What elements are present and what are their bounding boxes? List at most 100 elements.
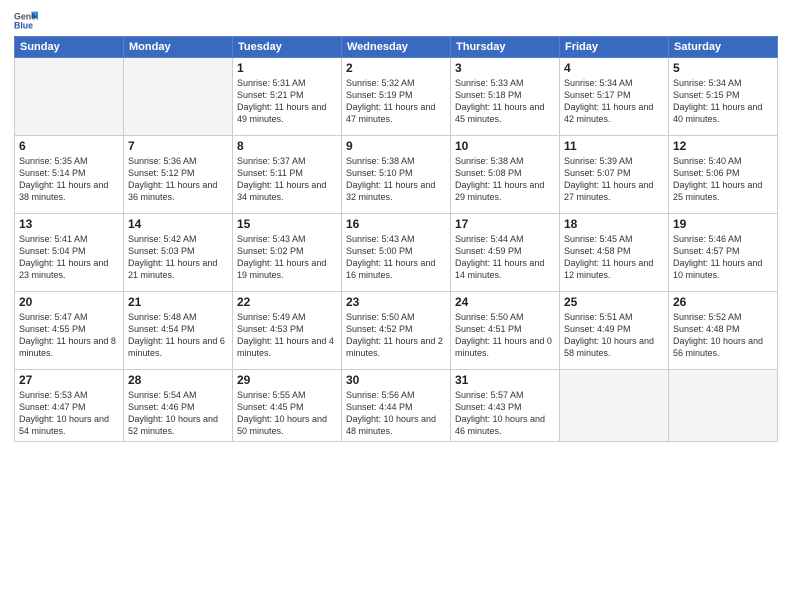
- day-cell: 7 Sunrise: 5:36 AMSunset: 5:12 PMDaylight…: [124, 136, 233, 214]
- day-info: Sunrise: 5:38 AMSunset: 5:10 PMDaylight:…: [346, 155, 446, 204]
- day-number: 28: [128, 373, 228, 387]
- day-number: 8: [237, 139, 337, 153]
- day-number: 2: [346, 61, 446, 75]
- day-info: Sunrise: 5:53 AMSunset: 4:47 PMDaylight:…: [19, 389, 119, 438]
- day-cell: 31 Sunrise: 5:57 AMSunset: 4:43 PMDayligh…: [451, 370, 560, 442]
- day-cell: [560, 370, 669, 442]
- day-header-tuesday: Tuesday: [233, 37, 342, 58]
- header: General Blue: [14, 10, 778, 30]
- day-info: Sunrise: 5:48 AMSunset: 4:54 PMDaylight:…: [128, 311, 228, 360]
- day-header-monday: Monday: [124, 37, 233, 58]
- day-number: 6: [19, 139, 119, 153]
- day-cell: 23Sunrise: 5:50 AMSunset: 4:52 PMDayligh…: [342, 292, 451, 370]
- week-row-5: 27 Sunrise: 5:53 AMSunset: 4:47 PMDayligh…: [15, 370, 778, 442]
- week-row-2: 6 Sunrise: 5:35 AMSunset: 5:14 PMDaylight…: [15, 136, 778, 214]
- day-cell: 8Sunrise: 5:37 AMSunset: 5:11 PMDaylight…: [233, 136, 342, 214]
- day-cell: 25 Sunrise: 5:51 AMSunset: 4:49 PMDayligh…: [560, 292, 669, 370]
- day-cell: 15Sunrise: 5:43 AMSunset: 5:02 PMDayligh…: [233, 214, 342, 292]
- day-cell: 17 Sunrise: 5:44 AMSunset: 4:59 PMDayligh…: [451, 214, 560, 292]
- day-info: Sunrise: 5:34 AMSunset: 5:15 PMDaylight:…: [673, 77, 773, 126]
- day-cell: 22 Sunrise: 5:49 AMSunset: 4:53 PMDayligh…: [233, 292, 342, 370]
- day-info: Sunrise: 5:55 AMSunset: 4:45 PMDaylight:…: [237, 389, 337, 438]
- day-cell: 6 Sunrise: 5:35 AMSunset: 5:14 PMDaylight…: [15, 136, 124, 214]
- day-number: 22: [237, 295, 337, 309]
- day-cell: 9Sunrise: 5:38 AMSunset: 5:10 PMDaylight…: [342, 136, 451, 214]
- day-cell: 11 Sunrise: 5:39 AMSunset: 5:07 PMDayligh…: [560, 136, 669, 214]
- day-number: 13: [19, 217, 119, 231]
- day-number: 17: [455, 217, 555, 231]
- day-number: 15: [237, 217, 337, 231]
- day-number: 18: [564, 217, 664, 231]
- day-cell: 24Sunrise: 5:50 AMSunset: 4:51 PMDayligh…: [451, 292, 560, 370]
- week-row-3: 13 Sunrise: 5:41 AMSunset: 5:04 PMDayligh…: [15, 214, 778, 292]
- day-cell: 21 Sunrise: 5:48 AMSunset: 4:54 PMDayligh…: [124, 292, 233, 370]
- day-number: 11: [564, 139, 664, 153]
- week-row-4: 20 Sunrise: 5:47 AMSunset: 4:55 PMDayligh…: [15, 292, 778, 370]
- day-info: Sunrise: 5:38 AMSunset: 5:08 PMDaylight:…: [455, 155, 555, 204]
- day-cell: 14Sunrise: 5:42 AMSunset: 5:03 PMDayligh…: [124, 214, 233, 292]
- day-number: 1: [237, 61, 337, 75]
- day-cell: [15, 58, 124, 136]
- day-info: Sunrise: 5:54 AMSunset: 4:46 PMDaylight:…: [128, 389, 228, 438]
- day-info: Sunrise: 5:51 AMSunset: 4:49 PMDaylight:…: [564, 311, 664, 360]
- calendar-container: General Blue SundayMondayTuesdayWednesda…: [0, 0, 792, 612]
- day-cell: [669, 370, 778, 442]
- day-info: Sunrise: 5:35 AMSunset: 5:14 PMDaylight:…: [19, 155, 119, 204]
- day-cell: 2Sunrise: 5:32 AMSunset: 5:19 PMDaylight…: [342, 58, 451, 136]
- day-cell: 29 Sunrise: 5:55 AMSunset: 4:45 PMDayligh…: [233, 370, 342, 442]
- day-cell: 3Sunrise: 5:33 AMSunset: 5:18 PMDaylight…: [451, 58, 560, 136]
- day-info: Sunrise: 5:44 AMSunset: 4:59 PMDaylight:…: [455, 233, 555, 282]
- day-info: Sunrise: 5:39 AMSunset: 5:07 PMDaylight:…: [564, 155, 664, 204]
- day-number: 7: [128, 139, 228, 153]
- day-number: 30: [346, 373, 446, 387]
- day-number: 29: [237, 373, 337, 387]
- day-number: 25: [564, 295, 664, 309]
- day-number: 20: [19, 295, 119, 309]
- day-info: Sunrise: 5:43 AMSunset: 5:00 PMDaylight:…: [346, 233, 446, 282]
- day-info: Sunrise: 5:56 AMSunset: 4:44 PMDaylight:…: [346, 389, 446, 438]
- day-info: Sunrise: 5:33 AMSunset: 5:18 PMDaylight:…: [455, 77, 555, 126]
- day-number: 23: [346, 295, 446, 309]
- day-info: Sunrise: 5:41 AMSunset: 5:04 PMDaylight:…: [19, 233, 119, 282]
- day-number: 19: [673, 217, 773, 231]
- day-number: 31: [455, 373, 555, 387]
- day-cell: 1 Sunrise: 5:31 AMSunset: 5:21 PMDaylight…: [233, 58, 342, 136]
- day-header-thursday: Thursday: [451, 37, 560, 58]
- day-info: Sunrise: 5:42 AMSunset: 5:03 PMDaylight:…: [128, 233, 228, 282]
- day-number: 26: [673, 295, 773, 309]
- svg-text:Blue: Blue: [14, 20, 33, 30]
- day-cell: 18 Sunrise: 5:45 AMSunset: 4:58 PMDayligh…: [560, 214, 669, 292]
- day-cell: 12Sunrise: 5:40 AMSunset: 5:06 PMDayligh…: [669, 136, 778, 214]
- day-header-wednesday: Wednesday: [342, 37, 451, 58]
- day-cell: 20 Sunrise: 5:47 AMSunset: 4:55 PMDayligh…: [15, 292, 124, 370]
- header-row: SundayMondayTuesdayWednesdayThursdayFrid…: [15, 37, 778, 58]
- day-info: Sunrise: 5:57 AMSunset: 4:43 PMDaylight:…: [455, 389, 555, 438]
- day-header-sunday: Sunday: [15, 37, 124, 58]
- week-row-1: 1 Sunrise: 5:31 AMSunset: 5:21 PMDaylight…: [15, 58, 778, 136]
- day-number: 21: [128, 295, 228, 309]
- day-cell: 27 Sunrise: 5:53 AMSunset: 4:47 PMDayligh…: [15, 370, 124, 442]
- day-number: 27: [19, 373, 119, 387]
- day-info: Sunrise: 5:36 AMSunset: 5:12 PMDaylight:…: [128, 155, 228, 204]
- day-number: 24: [455, 295, 555, 309]
- logo: General Blue: [14, 10, 40, 30]
- day-info: Sunrise: 5:52 AMSunset: 4:48 PMDaylight:…: [673, 311, 773, 360]
- day-info: Sunrise: 5:45 AMSunset: 4:58 PMDaylight:…: [564, 233, 664, 282]
- day-info: Sunrise: 5:49 AMSunset: 4:53 PMDaylight:…: [237, 311, 337, 360]
- day-cell: 26 Sunrise: 5:52 AMSunset: 4:48 PMDayligh…: [669, 292, 778, 370]
- day-number: 12: [673, 139, 773, 153]
- day-info: Sunrise: 5:46 AMSunset: 4:57 PMDaylight:…: [673, 233, 773, 282]
- day-header-friday: Friday: [560, 37, 669, 58]
- day-cell: 4 Sunrise: 5:34 AMSunset: 5:17 PMDaylight…: [560, 58, 669, 136]
- day-info: Sunrise: 5:34 AMSunset: 5:17 PMDaylight:…: [564, 77, 664, 126]
- day-cell: [124, 58, 233, 136]
- day-cell: 10Sunrise: 5:38 AMSunset: 5:08 PMDayligh…: [451, 136, 560, 214]
- day-info: Sunrise: 5:31 AMSunset: 5:21 PMDaylight:…: [237, 77, 337, 126]
- day-cell: 5Sunrise: 5:34 AMSunset: 5:15 PMDaylight…: [669, 58, 778, 136]
- day-cell: 16 Sunrise: 5:43 AMSunset: 5:00 PMDayligh…: [342, 214, 451, 292]
- day-cell: 30 Sunrise: 5:56 AMSunset: 4:44 PMDayligh…: [342, 370, 451, 442]
- day-number: 16: [346, 217, 446, 231]
- day-info: Sunrise: 5:47 AMSunset: 4:55 PMDaylight:…: [19, 311, 119, 360]
- day-number: 4: [564, 61, 664, 75]
- day-cell: 13 Sunrise: 5:41 AMSunset: 5:04 PMDayligh…: [15, 214, 124, 292]
